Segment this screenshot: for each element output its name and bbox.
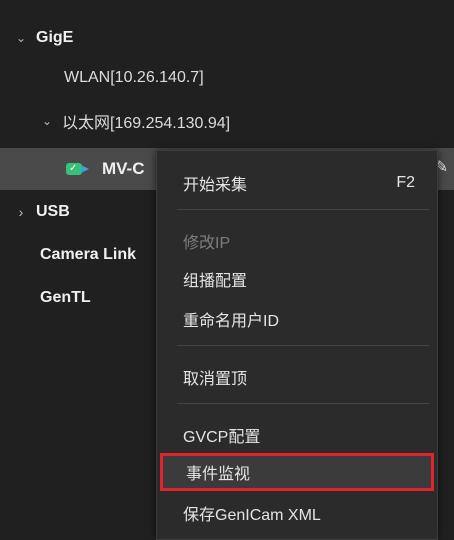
menu-item-rename-user-id[interactable]: 重命名用户ID — [157, 301, 437, 337]
tree-item-ethernet[interactable]: ⌄ 以太网[169.254.130.94] — [0, 101, 454, 141]
shortcut-label: F2 — [396, 174, 415, 191]
menu-item-gvcp-config[interactable]: GVCP配置 — [157, 417, 437, 453]
tree-item-wlan[interactable]: WLAN[10.26.140.7] — [0, 58, 454, 98]
chevron-right-icon[interactable]: › — [14, 204, 28, 220]
tree-item-label: USB — [36, 203, 70, 220]
menu-item-label: 重命名用户ID — [183, 313, 280, 330]
menu-separator — [177, 403, 429, 404]
menu-item-label: GVCP配置 — [183, 429, 261, 446]
chevron-down-icon[interactable]: ⌄ — [40, 114, 54, 128]
camera-connected-icon: ✓ — [66, 162, 92, 176]
menu-separator — [177, 345, 429, 346]
menu-item-label: 取消置顶 — [183, 371, 248, 388]
tree-item-label: GenTL — [40, 289, 91, 306]
menu-item-start-capture[interactable]: 开始采集 F2 — [157, 165, 437, 201]
context-menu: 开始采集 F2 修改IP 组播配置 重命名用户ID 取消置顶 GVCP配置 事件… — [156, 150, 438, 540]
tree-item-label: 以太网[169.254.130.94] — [62, 115, 231, 132]
chevron-down-icon[interactable]: ⌄ — [14, 31, 28, 45]
menu-item-unpin[interactable]: 取消置顶 — [157, 359, 437, 395]
menu-item-label: 事件监视 — [186, 466, 251, 483]
menu-item-label: 修改IP — [183, 235, 231, 252]
menu-item-multicast-config[interactable]: 组播配置 — [157, 261, 437, 297]
menu-item-save-genicam-xml[interactable]: 保存GenICam XML — [157, 495, 437, 531]
menu-item-label: 组播配置 — [183, 273, 248, 290]
menu-item-label: 保存GenICam XML — [183, 507, 321, 524]
menu-item-label: 开始采集 — [183, 177, 248, 194]
menu-item-event-monitor[interactable]: 事件监视 — [160, 453, 434, 491]
tree-item-gige[interactable]: ⌄ GigE — [0, 18, 454, 58]
menu-separator — [177, 209, 429, 210]
tree-item-label: MV-C — [102, 159, 145, 178]
menu-item-modify-ip: 修改IP — [157, 223, 437, 259]
tree-item-label: Camera Link — [40, 246, 137, 263]
tree-item-label: GigE — [36, 29, 74, 46]
tree-item-label: WLAN[10.26.140.7] — [64, 69, 204, 86]
